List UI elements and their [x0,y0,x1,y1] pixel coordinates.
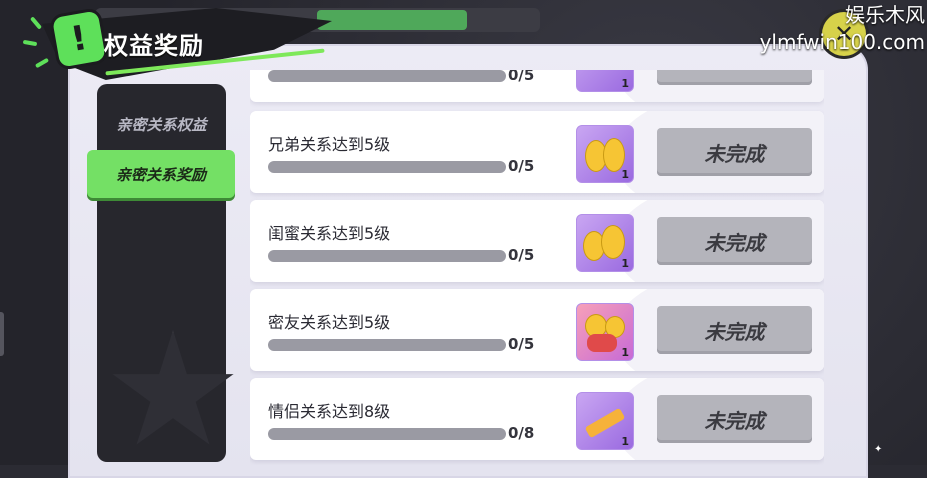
task-name: 闺蜜关系达到5级 [268,224,391,243]
sidebar-item-label: 亲密关系奖励 [115,165,206,184]
progress-bar [268,70,506,82]
status-label: 未完成 [704,319,765,344]
task-card: 密友关系达到5级 0/5 1 未完成 [250,289,824,371]
task-card: 0/5 1 [250,70,824,102]
watermark-line2: ylmfwin100.com [759,30,925,54]
task-card: 闺蜜关系达到5级 0/5 1 未完成 [250,200,824,282]
figure-icon [603,138,625,172]
edge-handle[interactable] [0,312,4,356]
progress-text: 0/5 [508,70,535,84]
sidebar-item-intimacy-rights[interactable]: 亲密关系权益 [97,100,226,148]
task-card: 兄弟关系达到5级 0/5 1 未完成 [250,111,824,193]
couple-item-icon[interactable]: 1 [576,392,634,450]
progress-bar [268,161,506,173]
watermark-line1: 娱乐木风 [845,3,925,27]
status-button[interactable]: 未完成 [657,217,812,265]
reward-count: 1 [621,168,629,181]
item-icon [584,407,626,439]
sidebar-item-intimacy-rewards[interactable]: 亲密关系奖励 [87,150,235,198]
progress-text: 0/5 [508,157,535,175]
exclamation-badge-icon: ! [52,10,106,68]
watermark: 娱乐木风 ylmfwin100.com [760,2,925,56]
status-label: 未完成 [704,230,765,255]
task-list[interactable]: 0/5 1 兄弟关系达到5级 0/5 1 未完成 闺蜜关系达到5级 0/5 1 … [250,70,824,465]
reward-count: 1 [621,77,629,90]
friends-guitar-icon[interactable]: 1 [576,303,634,361]
besties-dance-icon[interactable]: 1 [576,214,634,272]
reward-count: 1 [621,346,629,359]
progress-bar [268,250,506,262]
reward-count: 1 [621,257,629,270]
status-label: 未完成 [704,408,765,433]
figure-icon [601,225,625,259]
task-name: 情侣关系达到8级 [268,402,391,421]
guitar-icon [587,334,617,352]
task-name: 兄弟关系达到5级 [268,135,391,154]
progress-bar [268,339,506,351]
sidebar-item-label: 亲密关系权益 [116,115,207,134]
sparkle-icon: ✦ [874,444,883,455]
task-card: 情侣关系达到8级 0/8 1 未完成 [250,378,824,460]
task-name: 密友关系达到5级 [268,313,391,332]
brothers-dance-icon[interactable]: 1 [576,125,634,183]
progress-text: 0/8 [508,424,535,442]
progress-text: 0/5 [508,246,535,264]
top-strip-tab [317,10,467,30]
status-button[interactable] [657,70,812,85]
status-button[interactable]: 未完成 [657,306,812,354]
page-title: 权益奖励 [104,32,204,60]
purple-reward-icon[interactable]: 1 [576,70,634,92]
status-button[interactable]: 未完成 [657,395,812,443]
progress-text: 0/5 [508,335,535,353]
reward-count: 1 [621,435,629,448]
status-label: 未完成 [704,141,765,166]
badge-symbol: ! [67,17,91,61]
progress-bar [268,428,506,440]
status-button[interactable]: 未完成 [657,128,812,176]
